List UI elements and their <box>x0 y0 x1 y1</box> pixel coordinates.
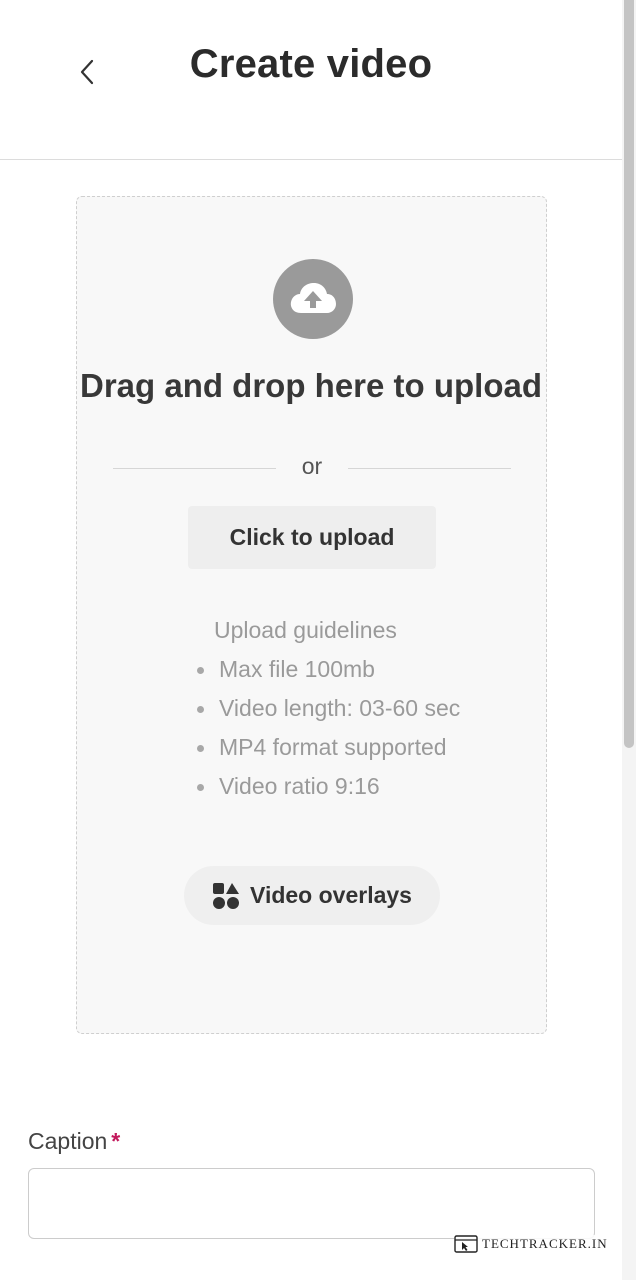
cloud-upload-icon <box>273 259 353 339</box>
bullet <box>197 667 204 674</box>
scrollbar-thumb[interactable] <box>624 0 634 748</box>
drag-drop-text: Drag and drop here to upload <box>79 367 543 404</box>
header: Create video <box>0 0 622 160</box>
bullet <box>197 745 204 752</box>
video-overlays-button[interactable]: Video overlays <box>184 866 440 925</box>
click-to-upload-button[interactable]: Click to upload <box>188 506 436 569</box>
watermark: TECHTRACKER.IN <box>454 1235 608 1253</box>
guideline-item: Max file 100mb <box>197 650 460 689</box>
divider-right <box>348 468 511 469</box>
guidelines-title: Upload guidelines <box>214 617 397 643</box>
divider-left <box>113 468 276 469</box>
guidelines-list: Max file 100mb Video length: 03-60 sec M… <box>197 650 460 806</box>
scrollbar[interactable] <box>622 0 636 1280</box>
or-text: or <box>301 453 323 479</box>
video-overlays-label: Video overlays <box>250 882 412 908</box>
caption-input[interactable] <box>28 1168 595 1239</box>
required-marker: * <box>111 1128 121 1154</box>
guideline-item: Video ratio 9:16 <box>197 767 460 806</box>
watermark-text: TECHTRACKER.IN <box>482 1236 608 1251</box>
bullet <box>197 706 204 713</box>
guideline-item: MP4 format supported <box>197 728 460 767</box>
caption-label: Caption * <box>28 1128 121 1154</box>
upload-dropzone[interactable]: Drag and drop here to upload or Click to… <box>76 196 547 1034</box>
shapes-icon <box>213 882 240 909</box>
guideline-item: Video length: 03-60 sec <box>197 689 460 728</box>
browser-cursor-icon <box>454 1235 478 1253</box>
page-title: Create video <box>189 42 433 86</box>
bullet <box>197 784 204 791</box>
